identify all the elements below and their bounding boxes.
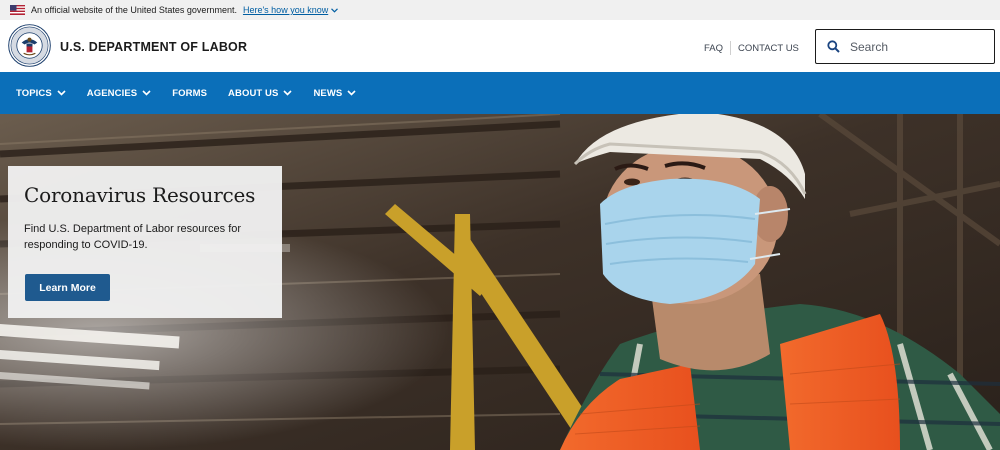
hero-description: Find U.S. Department of Labor resources … bbox=[24, 223, 242, 251]
dol-seal-icon[interactable] bbox=[8, 24, 51, 67]
heres-how-you-know-link[interactable]: Here's how you know bbox=[242, 5, 339, 15]
hero-title: Coronavirus Resources bbox=[24, 183, 256, 207]
heres-how-you-know-label: Here's how you know bbox=[242, 5, 329, 15]
search-input[interactable] bbox=[850, 39, 980, 54]
nav-item-topics[interactable]: TOPICS bbox=[16, 88, 66, 99]
agency-name[interactable]: U.S. DEPARTMENT OF LABOR bbox=[60, 40, 247, 54]
main-nav: TOPICS AGENCIES FORMS ABOUT US NEWS bbox=[0, 72, 1000, 114]
nav-item-news[interactable]: NEWS bbox=[313, 88, 356, 99]
gov-banner: An official website of the United States… bbox=[0, 0, 1000, 20]
gov-banner-text: An official website of the United States… bbox=[31, 5, 237, 15]
utility-links: FAQ CONTACT US bbox=[704, 41, 799, 55]
search-icon[interactable] bbox=[816, 40, 850, 53]
nav-item-agencies[interactable]: AGENCIES bbox=[87, 88, 151, 99]
chevron-down-icon bbox=[331, 7, 339, 13]
nav-item-label: AGENCIES bbox=[86, 87, 138, 99]
chevron-down-icon bbox=[57, 90, 66, 96]
search-box[interactable] bbox=[815, 29, 995, 64]
nav-item-about-us[interactable]: ABOUT US bbox=[228, 87, 293, 99]
utility-divider bbox=[730, 41, 732, 55]
us-flag-icon bbox=[10, 5, 25, 15]
chevron-down-icon bbox=[347, 90, 356, 96]
nav-item-label: NEWS bbox=[313, 87, 343, 99]
chevron-down-icon bbox=[283, 90, 293, 96]
nav-item-label: ABOUT US bbox=[228, 87, 279, 99]
site-header: U.S. DEPARTMENT OF LABOR FAQ CONTACT US bbox=[0, 20, 1000, 72]
nav-item-forms[interactable]: FORMS bbox=[172, 88, 207, 99]
learn-more-button[interactable]: Learn More bbox=[25, 274, 110, 301]
nav-item-label: TOPICS bbox=[16, 87, 52, 99]
contact-us-link[interactable]: CONTACT US bbox=[738, 43, 799, 54]
hero-callout: Coronavirus Resources Find U.S. Departme… bbox=[8, 166, 282, 318]
nav-item-label: FORMS bbox=[172, 87, 208, 99]
chevron-down-icon bbox=[142, 90, 151, 96]
faq-link[interactable]: FAQ bbox=[704, 43, 723, 54]
hero-banner: Coronavirus Resources Find U.S. Departme… bbox=[0, 114, 1000, 450]
